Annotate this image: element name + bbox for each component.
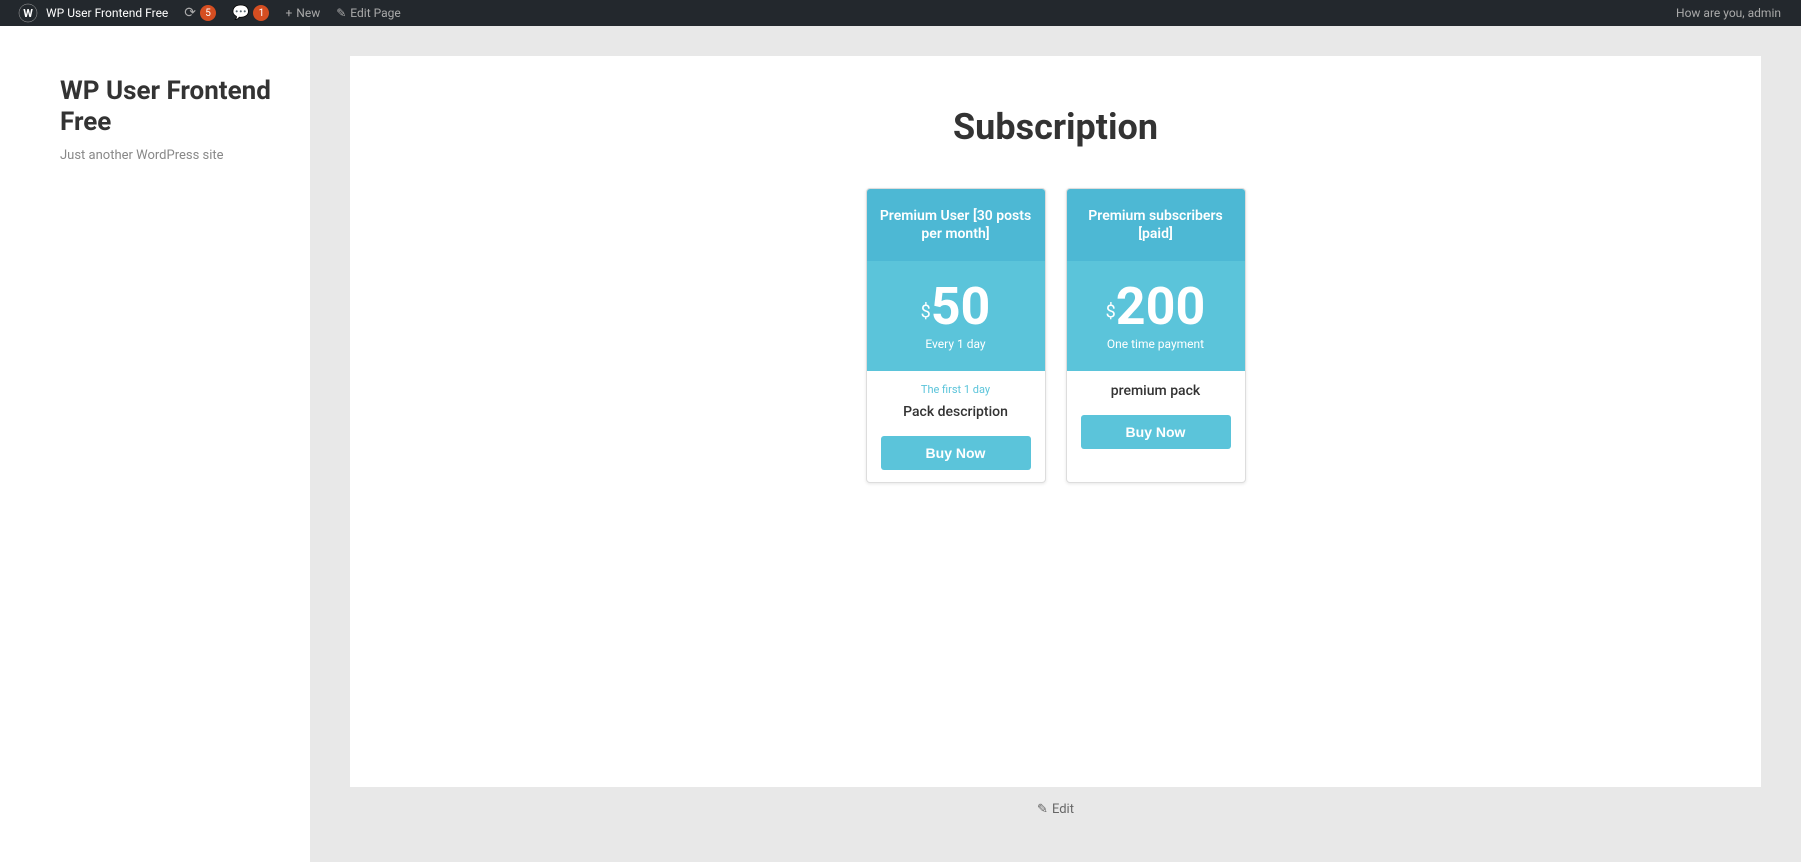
card-1-price: $50 Every 1 day — [867, 261, 1045, 371]
admin-bar: W WP User Frontend Free ⟳ 5 💬 1 + New ✎ … — [0, 0, 1801, 26]
new-icon: + — [285, 6, 292, 20]
page-wrapper: WP User Frontend Free Just another WordP… — [0, 26, 1801, 862]
edit-pencil-icon: ✎ — [1037, 802, 1048, 817]
admin-bar-updates[interactable]: ⟳ 5 — [176, 0, 224, 26]
edit-link[interactable]: ✎ Edit — [1037, 802, 1074, 817]
pencil-icon: ✎ — [336, 6, 346, 20]
card-2-amount: 200 — [1116, 276, 1206, 337]
card-2-period: One time payment — [1079, 337, 1233, 361]
svg-text:W: W — [23, 7, 33, 20]
card-2-header: Premium subscribers [paid] — [1067, 189, 1245, 261]
subscription-cards-row: Premium User [30 posts per month] $50 Ev… — [410, 188, 1701, 483]
card-2-body: premium pack Buy Now — [1067, 371, 1245, 461]
content-box: Subscription Premium User [30 posts per … — [350, 56, 1761, 787]
card-1-trial: The first 1 day — [881, 383, 1031, 396]
new-label: New — [296, 6, 320, 20]
content-footer: ✎ Edit — [350, 787, 1761, 832]
card-1-description: Pack description — [881, 404, 1031, 420]
admin-bar-greeting: How are you, admin — [1676, 6, 1791, 20]
site-tagline: Just another WordPress site — [60, 148, 280, 163]
admin-bar-site-name[interactable]: W WP User Frontend Free — [10, 0, 176, 26]
admin-bar-edit-page[interactable]: ✎ Edit Page — [328, 0, 409, 26]
card-1-body: The first 1 day Pack description Buy Now — [867, 371, 1045, 482]
subscription-card-2: Premium subscribers [paid] $200 One time… — [1066, 188, 1246, 483]
card-1-currency: $ — [921, 302, 931, 323]
card-1-header: Premium User [30 posts per month] — [867, 189, 1045, 261]
site-title: WP User Frontend Free — [60, 76, 280, 138]
card-1-amount: 50 — [931, 276, 991, 337]
card-2-description: premium pack — [1081, 383, 1231, 399]
card-1-period: Every 1 day — [879, 337, 1033, 361]
edit-page-label: Edit Page — [350, 6, 400, 20]
edit-link-label: Edit — [1052, 802, 1074, 817]
card-2-buy-button[interactable]: Buy Now — [1081, 415, 1231, 449]
admin-bar-new[interactable]: + New — [277, 0, 328, 26]
site-name-label: WP User Frontend Free — [46, 6, 168, 20]
main-content: Subscription Premium User [30 posts per … — [310, 26, 1801, 862]
sidebar: WP User Frontend Free Just another WordP… — [0, 26, 310, 862]
updates-icon: ⟳ — [184, 5, 196, 21]
page-heading: Subscription — [410, 106, 1701, 148]
comments-icon: 💬 — [232, 5, 249, 21]
card-1-buy-button[interactable]: Buy Now — [881, 436, 1031, 470]
card-2-currency: $ — [1106, 302, 1116, 323]
admin-bar-comments[interactable]: 💬 1 — [224, 0, 277, 26]
subscription-card-1: Premium User [30 posts per month] $50 Ev… — [866, 188, 1046, 483]
comments-badge: 1 — [253, 5, 269, 21]
card-2-price: $200 One time payment — [1067, 261, 1245, 371]
updates-badge: 5 — [200, 5, 216, 21]
